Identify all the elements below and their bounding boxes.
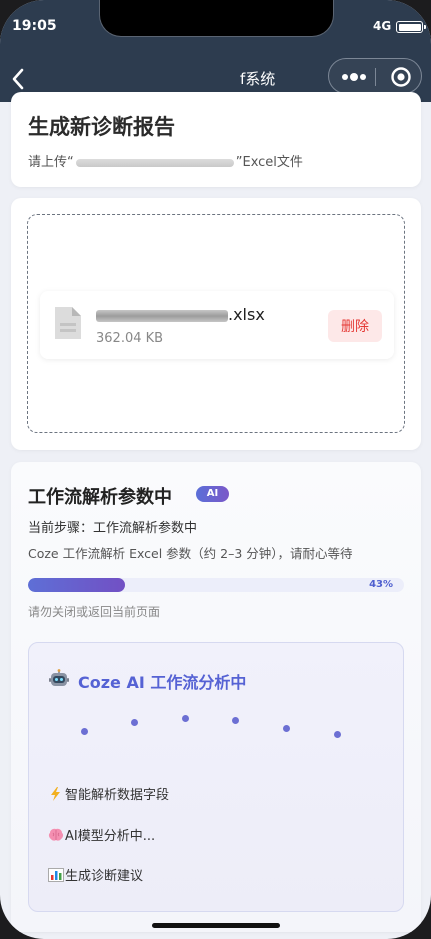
file-extension: .xlsx <box>228 305 265 324</box>
top-bar: 19:05 4G f系统 <box>0 0 431 102</box>
loading-dot <box>182 715 189 722</box>
page-title: 生成新诊断报告 <box>28 115 175 139</box>
ai-badge: AI <box>196 486 229 502</box>
nav-title: f系统 <box>240 70 276 88</box>
delete-file-button[interactable]: 删除 <box>328 310 382 342</box>
loading-dot <box>232 717 239 724</box>
home-indicator <box>152 923 280 928</box>
stay-on-page-warning: 请勿关闭或返回当前页面 <box>28 605 161 619</box>
task-item: 智能解析数据字段 <box>48 784 169 803</box>
progress-fill <box>28 578 125 592</box>
status-time: 19:05 <box>12 18 57 34</box>
battery-icon <box>396 21 426 33</box>
upload-dropzone[interactable]: .xlsx 362.04 KB 删除 <box>27 214 405 433</box>
more-dots-icon <box>342 73 366 81</box>
progress-percent: 43% <box>369 579 393 590</box>
target-circle-icon <box>391 67 411 87</box>
redacted-text <box>75 158 234 167</box>
instruction-suffix: ”Excel文件 <box>235 155 303 170</box>
loading-dot <box>131 719 138 726</box>
progress-bar: 43% <box>28 578 404 592</box>
upload-instruction: 请上传“ ”Excel文件 <box>28 151 303 170</box>
upload-card: .xlsx 362.04 KB 删除 <box>11 198 421 450</box>
redacted-file-name <box>96 309 228 322</box>
lightning-icon <box>51 787 60 801</box>
progress-title: 工作流解析参数中 <box>28 487 172 508</box>
task-item: 生成诊断建议 <box>48 865 143 884</box>
task-label: AI模型分析中... <box>65 829 156 844</box>
progress-card: 工作流解析参数中 AI 当前步骤：工作流解析参数中 Coze 工作流解析 Exc… <box>11 462 421 932</box>
report-header-card: 生成新诊断报告 请上传“ ”Excel文件 <box>11 92 421 187</box>
capsule-divider <box>375 68 376 86</box>
chevron-left-icon <box>12 68 24 90</box>
loading-dot <box>283 725 290 732</box>
mini-program-capsule <box>328 58 422 94</box>
ai-analysis-panel: Coze AI 工作流分析中 智能解析数据字段 AI模型分析中... 生成诊断建… <box>28 642 404 912</box>
bar-chart-icon <box>48 868 64 882</box>
file-name: .xlsx <box>96 305 265 324</box>
task-item: AI模型分析中... <box>48 825 155 844</box>
robot-icon <box>49 669 69 686</box>
device-notch <box>99 0 334 37</box>
close-mini-program-button[interactable] <box>390 66 412 88</box>
ai-panel-title: Coze AI 工作流分析中 <box>78 673 247 692</box>
task-label: 生成诊断建议 <box>65 869 144 884</box>
loading-dot <box>334 731 341 738</box>
loading-dot <box>81 728 88 735</box>
file-size: 362.04 KB <box>96 331 164 346</box>
instruction-prefix: 请上传“ <box>28 155 74 170</box>
phone-screen: 19:05 4G f系统 生成新诊断报告 请上传“ ”Excel文件 .xlsx… <box>0 0 431 939</box>
uploaded-file-item: .xlsx 362.04 KB 删除 <box>40 291 394 359</box>
back-button[interactable] <box>8 66 30 92</box>
progress-description: Coze 工作流解析 Excel 参数（约 2–3 分钟），请耐心等待 <box>28 546 353 561</box>
more-button[interactable] <box>339 67 369 87</box>
current-step: 当前步骤：工作流解析参数中 <box>28 521 198 536</box>
brain-icon <box>48 828 64 841</box>
file-icon <box>55 307 81 339</box>
task-label: 智能解析数据字段 <box>65 788 170 803</box>
status-network: 4G <box>373 19 392 33</box>
